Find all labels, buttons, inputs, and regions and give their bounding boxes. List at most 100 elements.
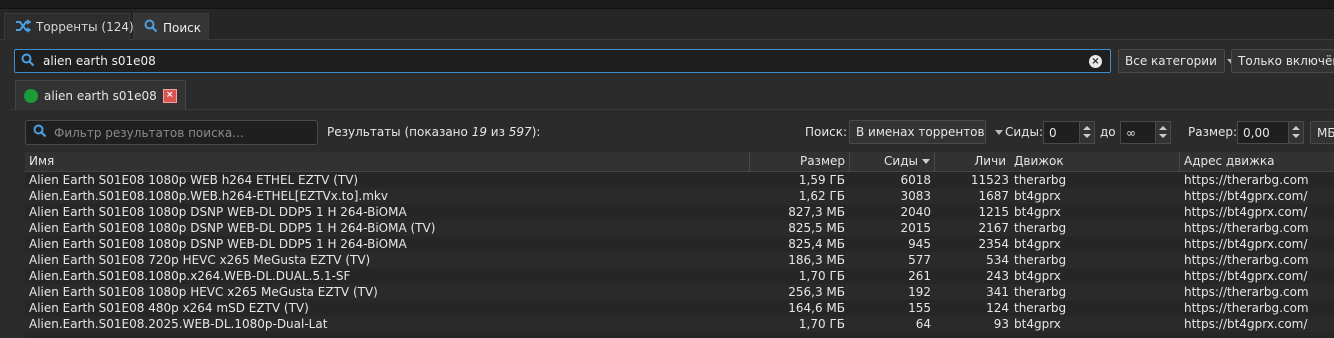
cell-url: https://therarbg.com (1184, 253, 1309, 267)
cell-url: https://therarbg.com (1184, 173, 1309, 187)
table-row[interactable]: Alien Earth S01E08 1080p HEVC x265 MeGus… (25, 284, 1334, 300)
filter-placeholder: Фильтр результатов поиска... (54, 125, 244, 140)
tab-torrents-label: Торренты (124) (36, 20, 134, 34)
search-query-text: alien earth s01e08 (43, 54, 156, 68)
table-row[interactable]: Alien.Earth.S01E08.2025.WEB-DL.1080p-Dua… (25, 316, 1334, 332)
table-row[interactable]: Alien Earth S01E08 480p x264 mSD EZTV (T… (25, 300, 1334, 316)
cell-name: Alien Earth S01E08 1080p HEVC x265 MeGus… (29, 285, 378, 299)
cell-size: 164,6 МБ (788, 301, 845, 315)
search-in-select[interactable]: В именах торрентов (849, 120, 1003, 144)
cell-name: Alien Earth S01E08 1080p WEB h264 ETHEL … (29, 173, 359, 187)
cell-leeches: 93 (993, 317, 1009, 331)
size-min-stepper[interactable]: 0,00 (1237, 121, 1304, 144)
stepper-arrows-icon[interactable] (1079, 122, 1094, 143)
cell-name: Alien Earth S01E08 720p HEVC x265 MeGust… (29, 253, 371, 267)
filter-input[interactable]: Фильтр результатов поиска... (25, 120, 318, 145)
cell-size: 1,59 ГБ (798, 173, 845, 187)
column-header-engine-url[interactable]: Адрес движка (1180, 152, 1334, 171)
column-header-leeches[interactable]: Личи (935, 152, 1010, 171)
shuffle-icon (15, 18, 32, 36)
cell-seeds: 2015 (900, 221, 931, 235)
table-row[interactable]: Alien.Earth.S01E08.1080p.WEB.h264-ETHEL[… (25, 188, 1334, 204)
tab-search-label: Поиск (163, 20, 202, 35)
cell-url: https://therarbg.com (1184, 221, 1309, 235)
table-row[interactable]: Alien Earth S01E08 1080p DSNP WEB-DL DDP… (25, 236, 1334, 252)
sort-desc-icon (922, 159, 930, 164)
window-top-strip (0, 0, 1334, 9)
cell-engine: therarbg (1014, 301, 1067, 315)
column-header-size[interactable]: Размер (750, 152, 850, 171)
table-row[interactable]: Alien.Earth.S01E08.1080p.x264.WEB-DL.DUA… (25, 268, 1334, 284)
cell-name: Alien.Earth.S01E08.1080p.x264.WEB-DL.DUA… (29, 269, 351, 283)
cell-leeches: 1687 (978, 189, 1009, 203)
category-select[interactable]: Все категории (1118, 49, 1235, 73)
cell-size: 186,3 МБ (788, 253, 845, 267)
stepper-arrows-icon[interactable] (1288, 122, 1303, 143)
size-min-value: 0,00 (1243, 125, 1270, 140)
results-tab-bar (10, 79, 1334, 110)
cell-seeds: 155 (908, 301, 931, 315)
column-header-seeds-label: Сиды (884, 154, 918, 168)
search-input[interactable]: alien earth s01e08 × (14, 49, 1111, 73)
cell-size: 256,3 МБ (788, 285, 845, 299)
results-mid: из (486, 125, 509, 139)
cell-seeds: 945 (908, 237, 931, 251)
cell-name: Alien Earth S01E08 1080p DSNP WEB-DL DDP… (29, 237, 407, 251)
stepper-arrows-icon[interactable] (1155, 122, 1170, 143)
size-label: Размер: (1188, 125, 1238, 139)
cell-size: 1,62 ГБ (798, 189, 845, 203)
cell-url: https://therarbg.com (1184, 301, 1309, 315)
search-icon (144, 19, 158, 36)
seeds-label: Сиды: (1005, 125, 1043, 139)
cell-url: https://bt4gprx.com/ (1184, 317, 1308, 331)
close-icon[interactable]: × (162, 88, 177, 103)
cell-leeches: 2354 (978, 237, 1009, 251)
cell-engine: therarbg (1014, 173, 1067, 187)
seeds-min-stepper[interactable]: 0 (1043, 121, 1095, 144)
cell-size: 1,70 ГБ (798, 269, 845, 283)
table-row[interactable]: Alien Earth S01E08 1080p DSNP WEB-DL DDP… (25, 220, 1334, 236)
results-suffix: ): (531, 125, 541, 139)
category-select-value: Все категории (1125, 54, 1217, 68)
seeds-max-value: ∞ (1126, 125, 1136, 140)
cell-size: 825,5 МБ (788, 221, 845, 235)
cell-url: https://bt4gprx.com/ (1184, 205, 1308, 219)
table-header: Имя Размер Сиды Личи Движок Адрес движка (25, 152, 1334, 172)
column-header-engine[interactable]: Движок (1010, 152, 1180, 171)
size-unit-value: МБ (1317, 125, 1334, 140)
column-header-seeds[interactable]: Сиды (850, 152, 935, 171)
seeds-max-stepper[interactable]: ∞ (1120, 121, 1171, 144)
search-in-value: В именах торрентов (856, 125, 985, 139)
cell-seeds: 261 (908, 269, 931, 283)
tab-search-result[interactable]: alien earth s01e08 × (15, 80, 186, 110)
seeds-to-label: до (1100, 125, 1116, 139)
cell-engine: therarbg (1014, 253, 1067, 267)
cell-url: https://therarbg.com (1184, 285, 1309, 299)
cell-name: Alien Earth S01E08 1080p DSNP WEB-DL DDP… (29, 205, 407, 219)
clear-icon[interactable]: × (1089, 55, 1102, 68)
cell-url: https://bt4gprx.com/ (1184, 189, 1308, 203)
cell-leeches: 341 (986, 285, 1009, 299)
cell-url: https://bt4gprx.com/ (1184, 269, 1308, 283)
tab-search-result-label: alien earth s01e08 (44, 88, 157, 103)
cell-leeches: 534 (986, 253, 1009, 267)
column-header-name[interactable]: Имя (25, 152, 750, 171)
size-unit-select[interactable]: МБ (1310, 121, 1334, 144)
cell-engine: bt4gprx (1014, 189, 1061, 203)
tab-torrents[interactable]: Торренты (124) (4, 13, 134, 40)
tab-search[interactable]: Поиск (133, 13, 209, 41)
cell-engine: bt4gprx (1014, 237, 1061, 251)
status-dot-icon (24, 88, 38, 103)
table-row[interactable]: Alien Earth S01E08 1080p DSNP WEB-DL DDP… (25, 204, 1334, 220)
plugins-select[interactable]: Только включённ (1231, 49, 1334, 73)
cell-leeches: 243 (986, 269, 1009, 283)
cell-engine: bt4gprx (1014, 269, 1061, 283)
chevron-down-icon (994, 129, 1003, 135)
table-row[interactable]: Alien Earth S01E08 1080p WEB h264 ETHEL … (25, 172, 1334, 188)
cell-name: Alien.Earth.S01E08.2025.WEB-DL.1080p-Dua… (29, 317, 328, 331)
cell-seeds: 192 (908, 285, 931, 299)
cell-name: Alien Earth S01E08 1080p DSNP WEB-DL DDP… (29, 221, 436, 235)
table-row[interactable]: Alien Earth S01E08 720p HEVC x265 MeGust… (25, 252, 1334, 268)
cell-leeches: 1215 (978, 205, 1009, 219)
results-table: Имя Размер Сиды Личи Движок Адрес движка… (25, 152, 1334, 338)
